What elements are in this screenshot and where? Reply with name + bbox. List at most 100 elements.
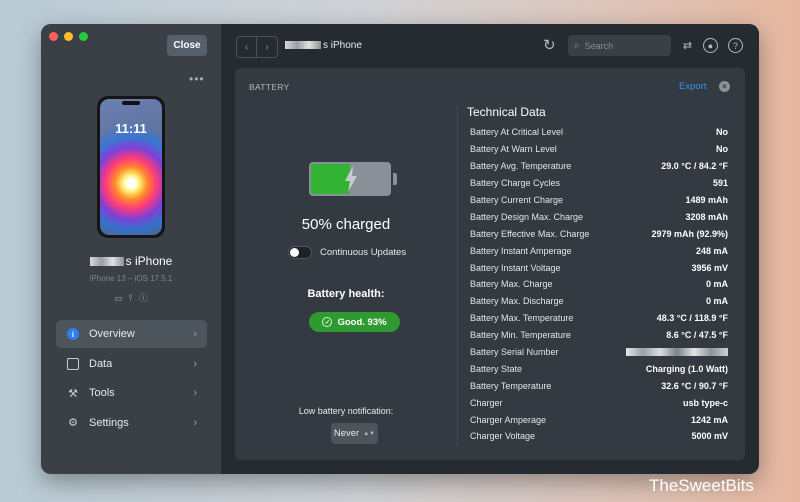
tech-key: Charger Voltage (470, 431, 536, 442)
refresh-icon[interactable]: ↻ (543, 36, 556, 54)
sidebar-item-tools[interactable]: ⚒ Tools › (56, 379, 207, 407)
tech-row: Battery Temperature 32.6 °C / 90.7 °F (470, 377, 728, 394)
tech-key: Battery Max. Discharge (470, 296, 564, 307)
tech-row: Battery Avg. Temperature 29.0 °C / 84.2 °… (470, 158, 728, 175)
tech-value: No (716, 144, 728, 155)
toolbar-title: s iPhone (285, 40, 362, 51)
close-window-button[interactable] (49, 32, 58, 41)
tech-row: Battery At Warn Level No (470, 141, 728, 158)
sidebar-item-overview[interactable]: i Overview › (56, 320, 207, 348)
technical-data-title: Technical Data (467, 105, 546, 119)
sidebar-item-data[interactable]: Data › (56, 350, 207, 378)
device-model: iPhone 13 – iOS 17.5.1 (89, 274, 173, 283)
low-battery-label: Low battery notification: (298, 406, 394, 416)
redacted-name-blur (285, 41, 321, 50)
back-icon[interactable]: ‹ (237, 37, 257, 57)
tech-row: Charger Amperage 1242 mA (470, 411, 728, 428)
tech-row: Battery At Critical Level No (470, 124, 728, 141)
charging-bolt-icon (345, 166, 357, 192)
chevron-right-icon: › (193, 387, 197, 399)
tech-row: Charger usb type-c (470, 394, 728, 411)
chevron-right-icon: › (193, 328, 197, 340)
tech-row: Battery State Charging (1.0 Watt) (470, 360, 728, 377)
battery-health-badge: ✓ Good. 93% (309, 312, 400, 332)
tech-value: 32.6 °C / 90.7 °F (661, 380, 728, 391)
sidebar-item-label: Settings (89, 416, 129, 429)
search-field[interactable]: ⌕ (568, 35, 671, 56)
low-battery-select[interactable]: Never ▲▼ (331, 423, 378, 444)
transfer-icon[interactable]: ⇄ (680, 38, 695, 53)
tech-key: Battery Serial Number (470, 347, 559, 358)
device-image: 11:11 (97, 96, 165, 238)
close-button[interactable]: Close (167, 35, 207, 56)
gear-icon: ⚙ (68, 417, 78, 429)
tools-icon: ⚒ (68, 387, 78, 400)
tech-value: 0 mA (705, 296, 728, 307)
tech-row: Battery Effective Max. Charge 2979 mAh (9… (470, 225, 728, 242)
tech-key: Battery Instant Amperage (470, 245, 572, 256)
sidebar-nav: i Overview › Data › ⚒ Tools › ⚙ Settings… (56, 320, 207, 438)
tech-key: Battery At Warn Level (470, 144, 557, 155)
device-wallpaper: 11:11 (100, 99, 162, 235)
tech-key: Battery At Critical Level (470, 127, 564, 138)
sidebar-item-label: Data (89, 357, 113, 370)
tech-value: 48.3 °C / 118.9 °F (656, 313, 728, 324)
tech-key: Battery Design Max. Charge (470, 211, 584, 222)
tech-key: Battery State (470, 363, 523, 374)
tech-value: 8.6 °C / 47.5 °F (666, 330, 728, 341)
device-notch (122, 101, 140, 105)
account-icon[interactable]: ● (703, 38, 718, 53)
continuous-updates-row: Continuous Updates (288, 246, 406, 259)
tech-key: Charger (470, 397, 503, 408)
tech-key: Battery Current Charge (470, 195, 564, 205)
battery-health-value: Good. 93% (337, 316, 387, 328)
tech-row: Charger Voltage 5000 mV (470, 428, 728, 445)
sidebar-item-label: Overview (89, 328, 135, 340)
chevron-right-icon: › (193, 357, 197, 370)
tech-value: Charging (1.0 Watt) (645, 363, 728, 374)
tech-value: 3956 mV (691, 262, 728, 273)
battery-health-label: Battery health: (307, 288, 385, 300)
battery-summary: 50% charged Continuous Updates Battery h… (235, 68, 457, 460)
tech-row: Battery Charge Cycles 591 (470, 175, 728, 192)
app-window: Close ••• 11:11 s iPhone iPhone 13 – iOS… (41, 24, 759, 474)
technical-data: Technical Data Battery At Critical Level… (467, 68, 737, 460)
zoom-window-button[interactable] (79, 32, 88, 41)
charge-percentage: 50% charged (301, 216, 391, 233)
tech-value: usb type-c (682, 397, 728, 408)
tech-key: Battery Instant Voltage (470, 262, 561, 273)
history-nav: ‹ › (236, 36, 278, 58)
tech-value: 591 (712, 178, 728, 189)
search-input[interactable] (584, 40, 665, 51)
sidebar-item-settings[interactable]: ⚙ Settings › (56, 409, 207, 437)
watermark: TheSweetBits (649, 476, 754, 495)
data-icon (66, 357, 80, 371)
battery-panel: BATTERY Export × 50% charged Continuous … (235, 68, 745, 460)
toolbar: ‹ › s iPhone ↻ ⌕ ⇄ ● ? (221, 24, 759, 66)
chevron-right-icon: › (193, 416, 197, 429)
sidebar: Close ••• 11:11 s iPhone iPhone 13 – iOS… (41, 24, 221, 474)
tech-key: Battery Effective Max. Charge (470, 228, 590, 239)
dropdown-icon: ▲▼ (363, 430, 376, 437)
battery-icon (309, 162, 397, 196)
tech-value: 0 mA (705, 279, 728, 290)
tech-key: Battery Avg. Temperature (470, 161, 572, 172)
more-options-icon[interactable]: ••• (189, 72, 205, 86)
toolbar-title-label: s iPhone (323, 40, 362, 51)
tech-row: Battery Max. Charge 0 mA (470, 276, 728, 293)
forward-icon[interactable]: › (257, 37, 277, 57)
minimize-window-button[interactable] (64, 32, 73, 41)
continuous-updates-toggle[interactable] (288, 246, 312, 259)
tech-key: Battery Temperature (470, 380, 552, 391)
info-small-icon[interactable]: ⓘ (139, 293, 148, 303)
tech-key: Battery Min. Temperature (470, 330, 571, 341)
help-icon[interactable]: ? (728, 38, 743, 53)
tech-value: 1489 mAh (685, 195, 728, 205)
battery-status-icon: ▭ (114, 293, 123, 303)
tech-row: Battery Min. Temperature 8.6 °C / 47.5 °F (470, 327, 728, 344)
redacted-name-blur (89, 257, 124, 267)
tech-row: Battery Max. Temperature 48.3 °C / 118.9 … (470, 310, 728, 327)
tech-key: Charger Amperage (470, 414, 547, 425)
redacted-serial-blur (626, 348, 728, 357)
device-lock-time: 11:11 (115, 121, 147, 136)
